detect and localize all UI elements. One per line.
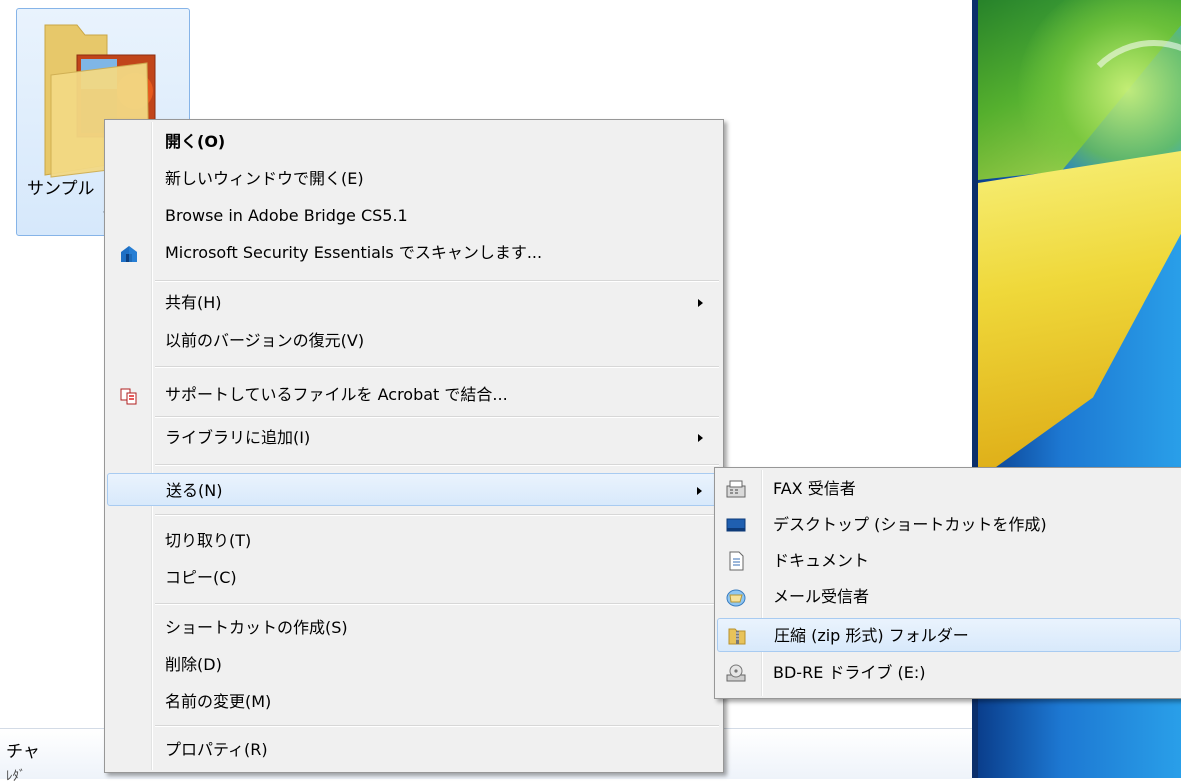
menu-separator: [155, 416, 719, 418]
menu-item-delete[interactable]: 削除(D): [107, 648, 721, 681]
menu-separator: [155, 725, 719, 727]
menu-item-properties[interactable]: プロパティ(R): [107, 733, 721, 766]
menu-item-label: コピー(C): [165, 568, 237, 587]
desktop-icon: [726, 518, 746, 532]
submenu-item-label: FAX 受信者: [773, 479, 856, 498]
menu-item-create-shortcut[interactable]: ショートカットの作成(S): [107, 611, 721, 644]
menu-item-label: プロパティ(R): [165, 740, 268, 759]
fax-icon: [726, 480, 746, 498]
context-menu: 開く(O) 新しいウィンドウで開く(E) Browse in Adobe Bri…: [104, 119, 724, 773]
menu-separator: [155, 464, 719, 466]
menu-item-cut[interactable]: 切り取り(T): [107, 524, 721, 557]
submenu-item-label: 圧縮 (zip 形式) フォルダー: [774, 626, 969, 645]
optical-drive-icon: [726, 664, 746, 682]
wallpaper-yellow-shape: [978, 150, 1181, 480]
mail-icon: [726, 589, 746, 607]
menu-item-open[interactable]: 開く(O): [107, 125, 721, 158]
security-essentials-icon: [121, 246, 137, 262]
document-icon: [729, 551, 744, 571]
send-to-desktop[interactable]: デスクトップ (ショートカットを作成): [717, 508, 1181, 542]
menu-item-open-new-window[interactable]: 新しいウィンドウで開く(E): [107, 162, 721, 195]
menu-item-label: 新しいウィンドウで開く(E): [165, 169, 364, 188]
menu-item-label: 以前のバージョンの復元(V): [165, 331, 365, 350]
menu-separator: [155, 280, 719, 282]
submenu-item-label: BD-RE ドライブ (E:): [773, 663, 926, 682]
send-to-fax[interactable]: FAX 受信者: [717, 472, 1181, 506]
zip-folder-icon: [728, 628, 746, 645]
menu-separator: [155, 366, 719, 368]
menu-item-label: 共有(H): [165, 293, 222, 312]
menu-item-send-to[interactable]: 送る(N): [107, 473, 721, 506]
submenu-arrow-icon: [698, 299, 703, 307]
menu-item-copy[interactable]: コピー(C): [107, 561, 721, 594]
acrobat-combine-icon: [120, 388, 137, 405]
menu-item-label: Microsoft Security Essentials でスキャンします..…: [165, 243, 543, 262]
menu-item-label: ライブラリに追加(I): [165, 428, 311, 447]
menu-item-rename[interactable]: 名前の変更(M): [107, 685, 721, 718]
menu-item-browse-bridge[interactable]: Browse in Adobe Bridge CS5.1: [107, 199, 721, 232]
send-to-documents[interactable]: ドキュメント: [717, 544, 1181, 578]
details-text: チャ: [6, 742, 40, 762]
submenu-item-label: デスクトップ (ショートカットを作成): [773, 515, 1047, 534]
menu-item-label: 切り取り(T): [165, 531, 252, 550]
menu-item-share[interactable]: 共有(H): [107, 286, 721, 319]
menu-item-label: ショートカットの作成(S): [165, 618, 348, 637]
menu-separator: [155, 514, 719, 516]
menu-item-label: サポートしているファイルを Acrobat で結合...: [165, 385, 508, 404]
menu-item-acrobat-combine[interactable]: サポートしているファイルを Acrobat で結合...: [107, 378, 721, 411]
submenu-item-label: ドキュメント: [773, 551, 870, 570]
menu-separator: [155, 603, 719, 605]
submenu-arrow-icon: [698, 434, 703, 442]
menu-item-label: 送る(N): [166, 481, 223, 500]
menu-item-restore-previous[interactable]: 以前のバージョンの復元(V): [107, 324, 721, 357]
send-to-bdre-drive[interactable]: BD-RE ドライブ (E:): [717, 656, 1181, 690]
menu-item-add-to-library[interactable]: ライブラリに追加(I): [107, 421, 721, 454]
submenu-item-label: メール受信者: [773, 587, 870, 606]
send-to-mail[interactable]: メール受信者: [717, 580, 1181, 614]
menu-item-label: 名前の変更(M): [165, 692, 272, 711]
menu-item-label: Browse in Adobe Bridge CS5.1: [165, 206, 408, 225]
send-to-zip-folder[interactable]: 圧縮 (zip 形式) フォルダー: [717, 618, 1181, 652]
menu-item-mse-scan[interactable]: Microsoft Security Essentials でスキャンします..…: [107, 236, 721, 269]
details-subtext: ﾚﾀﾞ: [6, 769, 26, 784]
menu-item-label: 削除(D): [165, 655, 222, 674]
submenu-arrow-icon: [697, 487, 702, 495]
menu-item-label: 開く(O): [165, 132, 226, 151]
send-to-submenu: FAX 受信者 デスクトップ (ショートカットを作成) ドキュメント メール受信…: [714, 467, 1181, 699]
